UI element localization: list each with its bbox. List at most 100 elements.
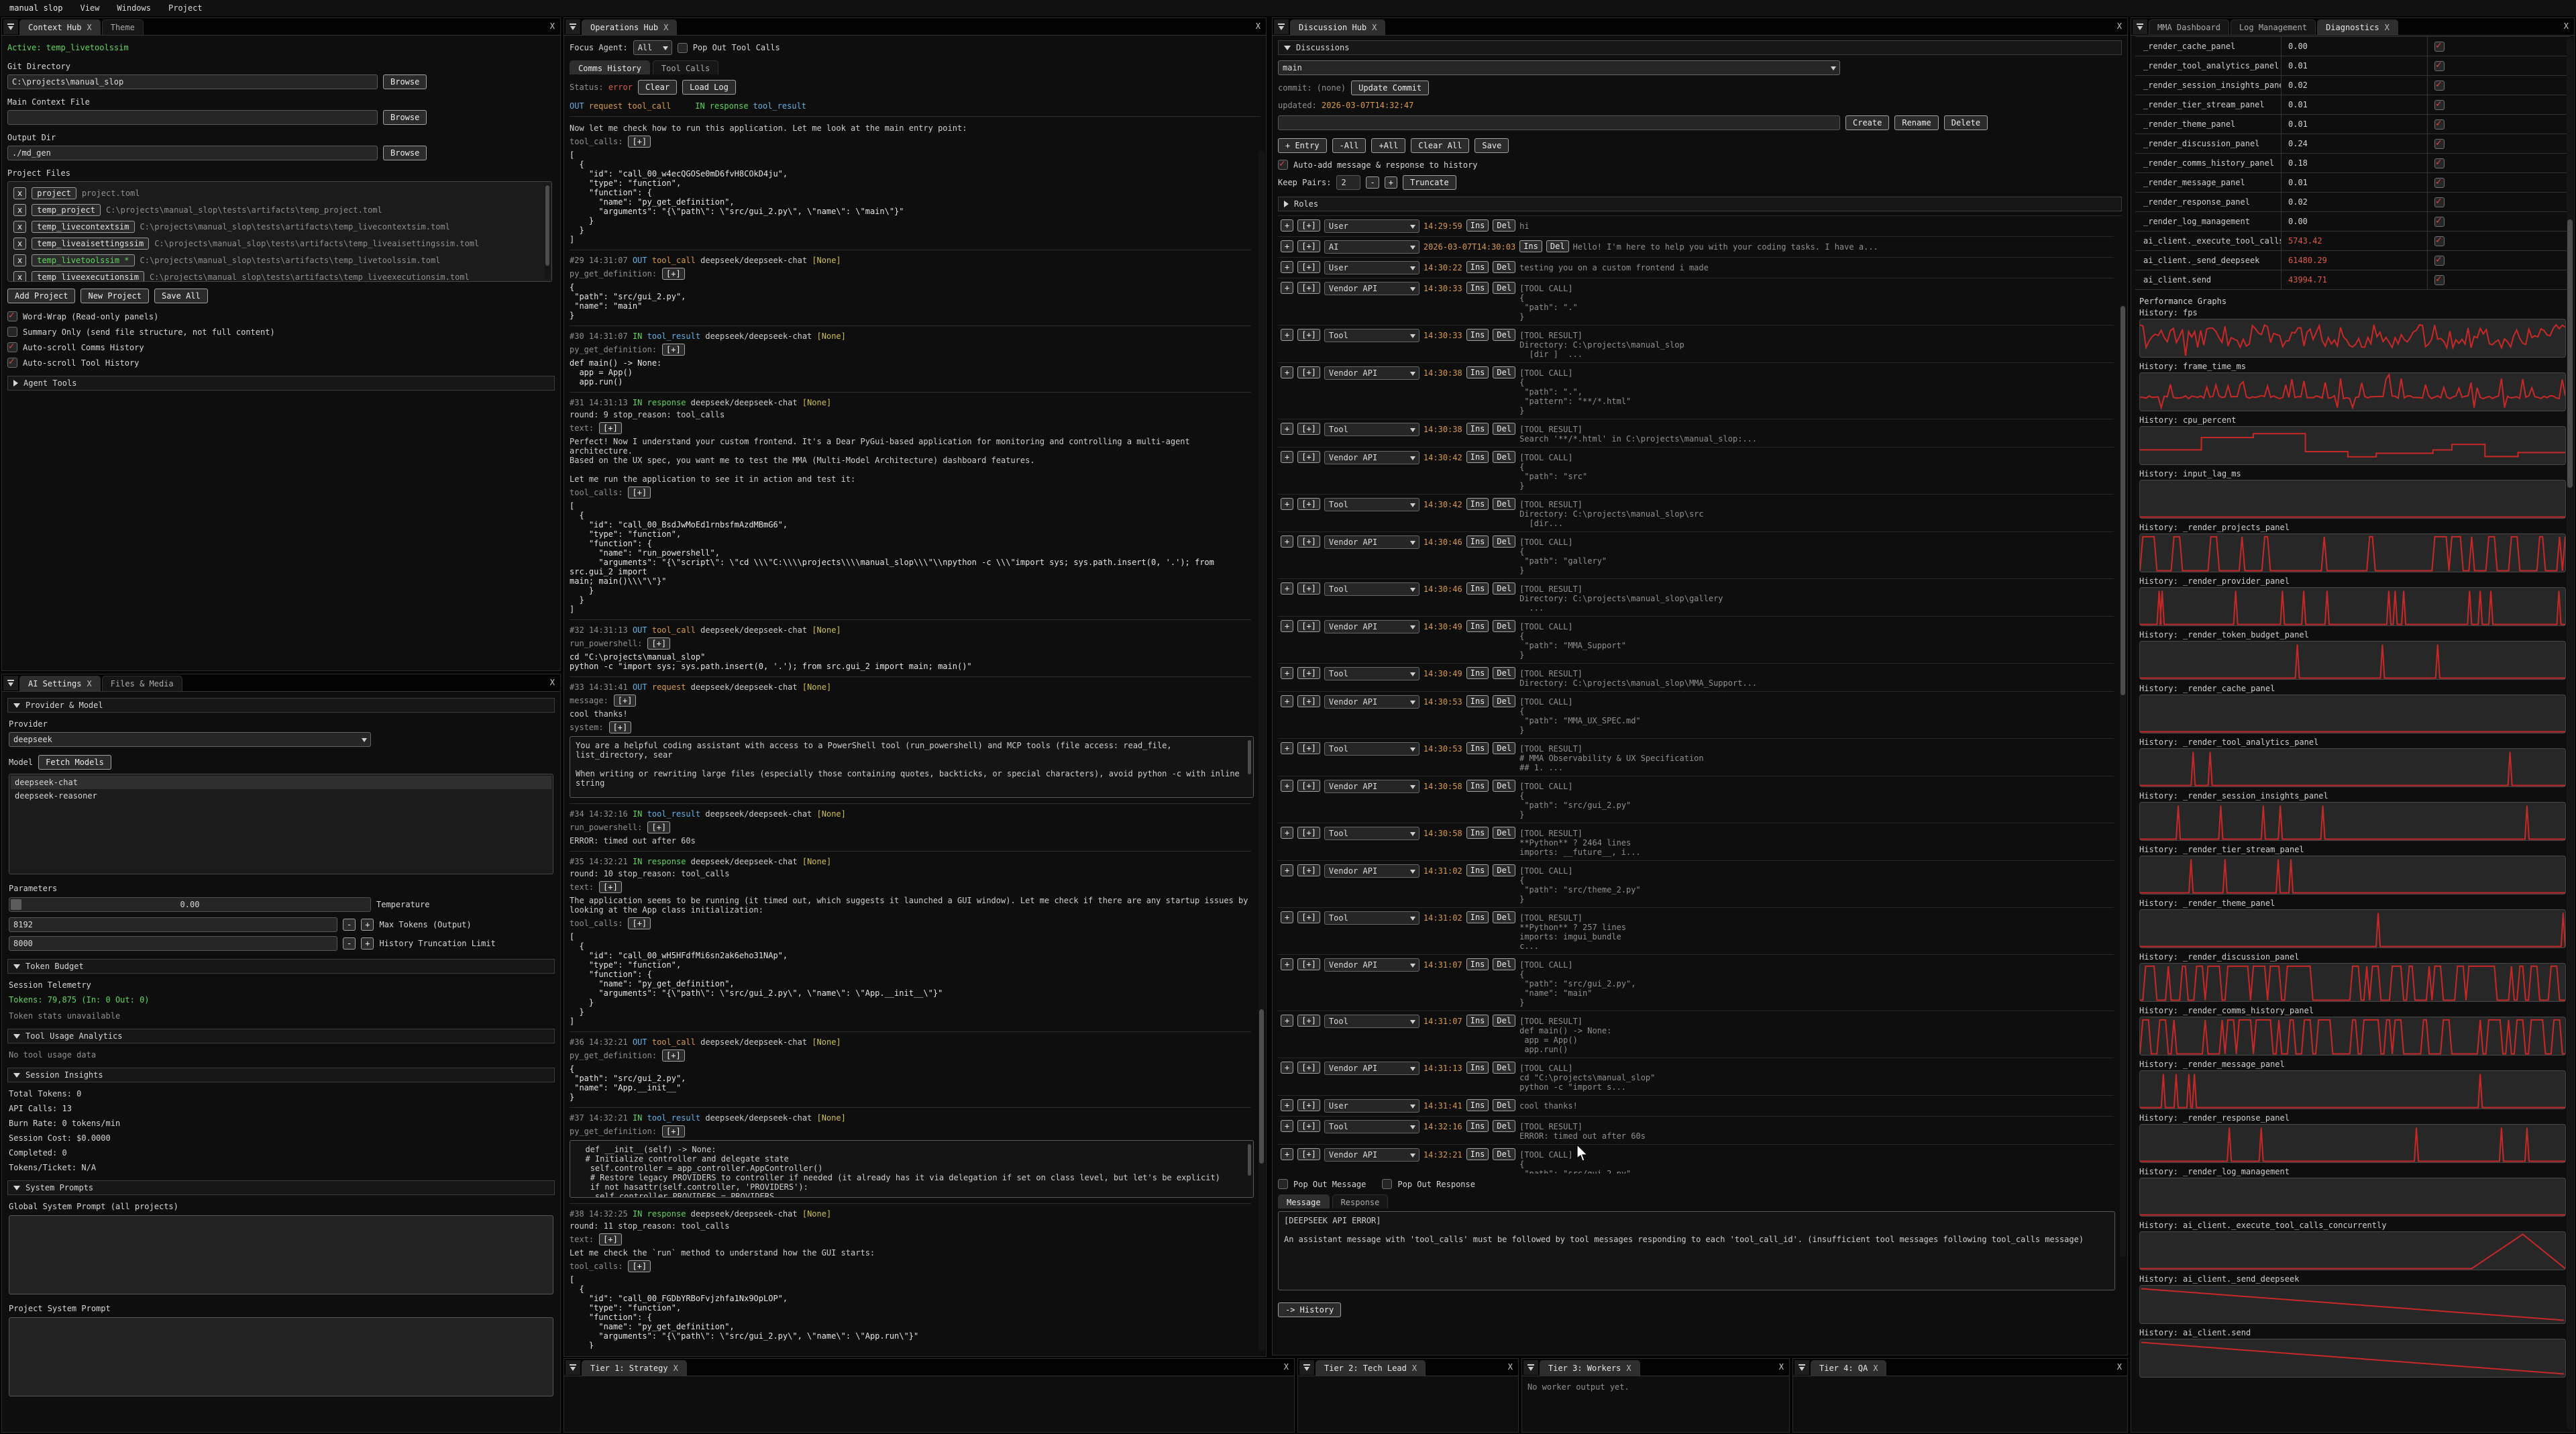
to-history-button[interactable]: -> History [1278, 1302, 1341, 1317]
keep-pairs-plus-button[interactable]: + [1385, 176, 1397, 189]
tab-close-icon[interactable]: X [674, 1364, 678, 1373]
window-menu-icon[interactable] [1523, 1360, 1538, 1375]
remove-file-button[interactable]: x [13, 221, 26, 233]
message-preview[interactable]: [TOOL RESULT] **Python** ? 257 lines imp… [1519, 911, 2111, 951]
delete-button[interactable]: Del [1493, 620, 1515, 632]
window-menu-icon[interactable] [566, 1360, 580, 1375]
graph-plot[interactable] [2139, 1178, 2566, 1217]
insert-button[interactable]: Ins [1466, 282, 1489, 294]
message-preview[interactable]: Hello! I'm here to help you with your co… [1573, 240, 2111, 252]
delete-button[interactable]: Del [1493, 451, 1515, 463]
row-expand-button[interactable]: + [1281, 423, 1293, 435]
expand-button[interactable]: [+] [662, 1049, 685, 1062]
row-popout-button[interactable]: [+] [1297, 667, 1320, 679]
tab-log-management[interactable]: Log Management [2231, 19, 2316, 35]
role-select[interactable]: User [1324, 1099, 1419, 1113]
diagnostic-checkbox[interactable] [2434, 217, 2445, 227]
graph-plot[interactable] [2139, 480, 2566, 519]
message-preview[interactable]: [TOOL CALL] { "path": "src/gui_2.py", "n… [1519, 958, 2111, 1007]
clear-button[interactable]: Clear [638, 80, 677, 95]
expand-button[interactable]: [+] [609, 721, 632, 733]
row-popout-button[interactable]: [+] [1297, 366, 1320, 378]
model-option[interactable]: deepseek-reasoner [11, 789, 551, 803]
delete-button[interactable]: Del [1493, 582, 1515, 595]
message-preview[interactable]: [TOOL CALL] cd "C:\projects\manual_slop"… [1519, 1062, 2111, 1092]
remove-file-button[interactable]: x [13, 254, 26, 266]
delete-button[interactable]: Del [1493, 498, 1515, 510]
expand-button[interactable]: [+] [599, 1233, 622, 1245]
provider-select[interactable]: deepseek [9, 732, 371, 747]
expand-button[interactable]: [+] [662, 344, 685, 356]
keep-pairs-minus-button[interactable]: - [1366, 176, 1379, 189]
insert-button[interactable]: Ins [1466, 535, 1489, 548]
row-expand-button[interactable]: + [1281, 282, 1293, 294]
row-expand-button[interactable]: + [1281, 1148, 1293, 1160]
keep-pairs-input[interactable]: 2 [1336, 175, 1360, 190]
row-popout-button[interactable]: [+] [1297, 620, 1320, 632]
message-editor[interactable]: [DEEPSEEK API ERROR] An assistant messag… [1278, 1211, 2115, 1290]
insert-button[interactable]: Ins [1466, 667, 1489, 679]
message-preview[interactable]: [TOOL CALL] { "path": "gallery" } [1519, 535, 2111, 575]
delete-button[interactable]: Del [1493, 1015, 1515, 1027]
row-popout-button[interactable]: [+] [1297, 451, 1320, 463]
role-select[interactable]: Vendor API [1324, 695, 1419, 709]
max-tokens-plus-button[interactable]: + [361, 919, 374, 931]
window-menu-icon[interactable] [566, 19, 580, 34]
graph-plot[interactable] [2139, 1339, 2566, 1378]
expand-button[interactable]: [+] [599, 422, 622, 434]
output-dir-browse-button[interactable]: Browse [383, 146, 427, 160]
clear-all-button[interactable]: Clear All [1411, 138, 1469, 153]
graph-plot[interactable] [2139, 1124, 2566, 1163]
expand-button[interactable]: [+] [599, 881, 622, 893]
remove-file-button[interactable]: x [13, 187, 26, 199]
expand-all-button[interactable]: +All [1371, 138, 1405, 153]
box-scrollbar[interactable] [1248, 740, 1251, 774]
message-preview[interactable]: [TOOL CALL] { "path": "src/theme_2.py" } [1519, 864, 2111, 904]
graph-plot[interactable] [2139, 1231, 2566, 1270]
diagnostic-checkbox[interactable] [2434, 178, 2445, 188]
message-preview[interactable]: [TOOL CALL] { "path": "." } [1519, 282, 2111, 321]
role-select[interactable]: Tool [1324, 498, 1419, 511]
window-menu-icon[interactable] [3, 19, 18, 34]
row-popout-button[interactable]: [+] [1297, 695, 1320, 707]
tab-tier1[interactable]: Tier 1: StrategyX [582, 1360, 687, 1376]
delete-button[interactable]: Del [1493, 535, 1515, 548]
subtab-comms-history[interactable]: Comms History [570, 60, 650, 74]
insert-button[interactable]: Ins [1466, 1062, 1489, 1074]
delete-button[interactable]: Del [1493, 958, 1515, 970]
role-select[interactable]: Tool [1324, 667, 1419, 680]
tab-close-icon[interactable]: X [87, 679, 91, 688]
message-preview[interactable]: [TOOL CALL] { "path": "src/gui_2.py" } [1519, 780, 2111, 819]
project-file-chip[interactable]: temp_project [32, 204, 101, 216]
global-prompt-textarea[interactable] [9, 1215, 553, 1294]
menu-item-app[interactable]: manual slop [9, 3, 62, 13]
project-file-chip[interactable]: temp_liveexecutionsim [32, 271, 144, 283]
history-trunc-plus-button[interactable]: + [361, 937, 374, 950]
rename-button[interactable]: Rename [1894, 115, 1938, 130]
row-popout-button[interactable]: [+] [1297, 219, 1320, 232]
role-select[interactable]: Vendor API [1324, 366, 1419, 380]
message-preview[interactable]: [TOOL RESULT] # MMA Observability & UX S… [1519, 742, 2111, 772]
row-popout-button[interactable]: [+] [1297, 1148, 1320, 1160]
row-expand-button[interactable]: + [1281, 366, 1293, 378]
diagnostic-checkbox[interactable] [2434, 42, 2445, 52]
diagnostic-checkbox[interactable] [2434, 100, 2445, 110]
diagnostic-checkbox[interactable] [2434, 139, 2445, 149]
row-expand-button[interactable]: + [1281, 695, 1293, 707]
row-expand-button[interactable]: + [1281, 911, 1293, 923]
expand-button[interactable]: [+] [628, 917, 651, 929]
delete-button[interactable]: Del [1493, 864, 1515, 876]
tab-close-icon[interactable]: X [1873, 1364, 1878, 1373]
delete-button[interactable]: Del [1493, 1062, 1515, 1074]
tab-operations-hub[interactable]: Operations HubX [582, 19, 677, 35]
checkbox[interactable] [7, 358, 17, 368]
insert-button[interactable]: Ins [1466, 261, 1489, 273]
message-preview[interactable]: hi [1519, 219, 2111, 231]
row-popout-button[interactable]: [+] [1297, 261, 1320, 273]
row-popout-button[interactable]: [+] [1297, 864, 1320, 876]
session-insights-header[interactable]: Session Insights [7, 1068, 555, 1082]
row-expand-button[interactable]: + [1281, 864, 1293, 876]
new-project-button[interactable]: New Project [80, 289, 148, 303]
role-select[interactable]: Vendor API [1324, 958, 1419, 972]
insert-button[interactable]: Ins [1466, 219, 1489, 232]
